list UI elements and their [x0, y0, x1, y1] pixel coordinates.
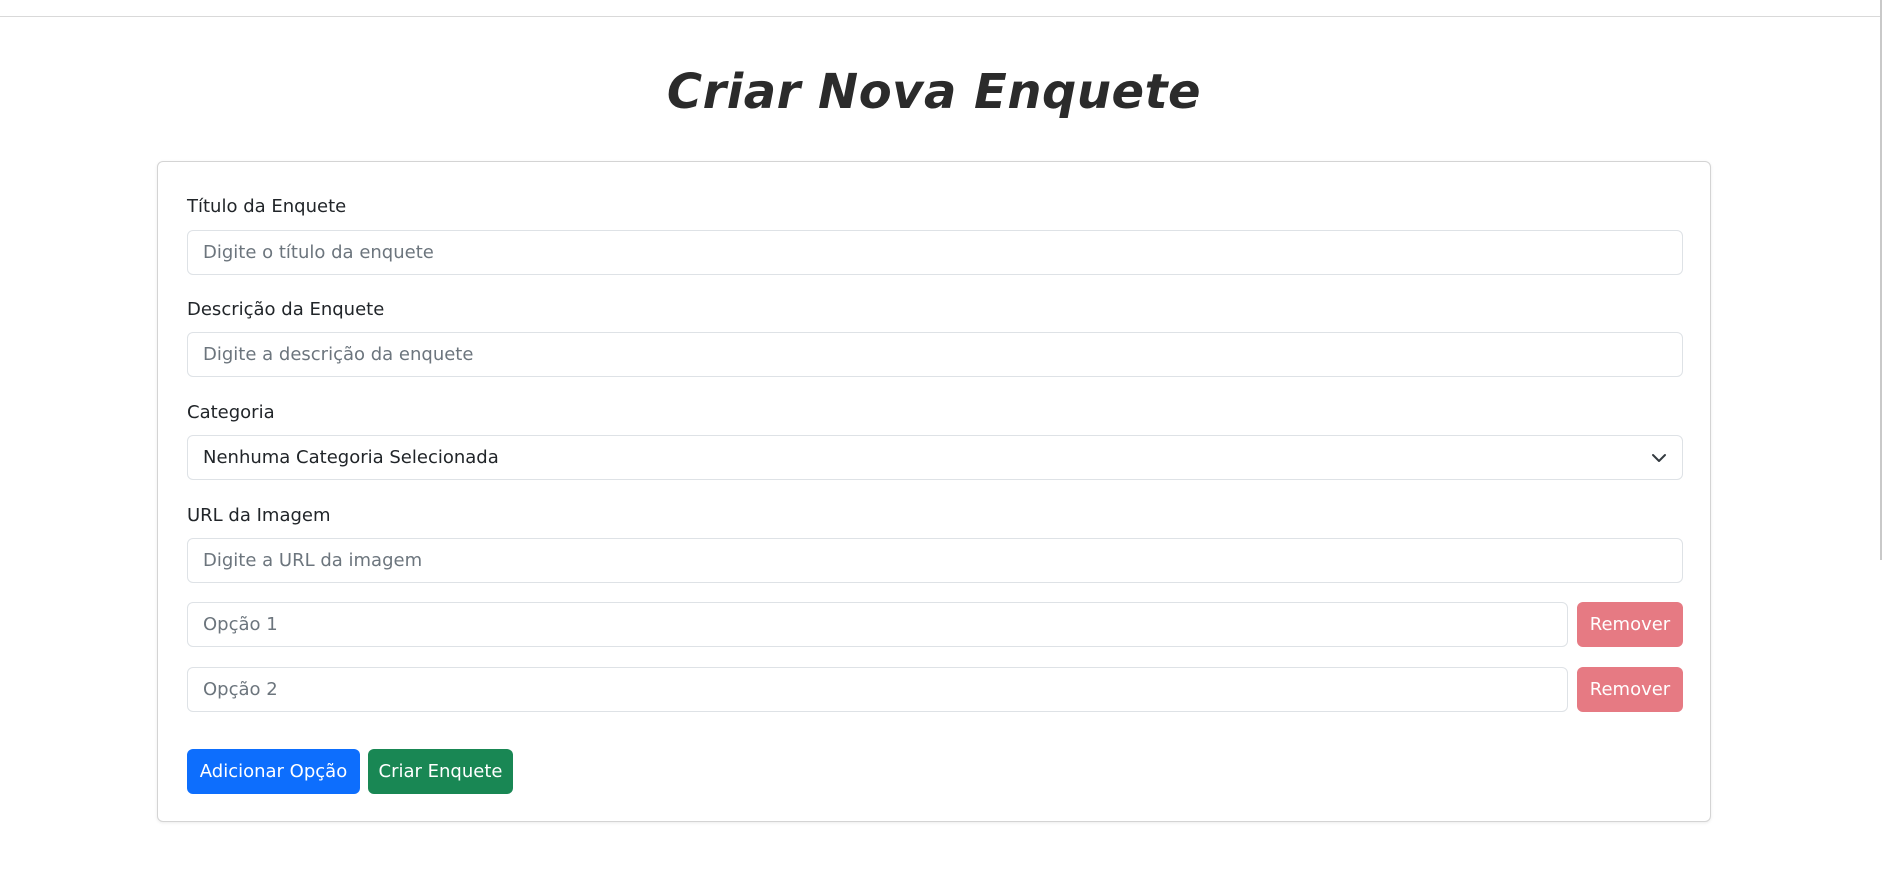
remove-option-1-button[interactable]: Remover — [1577, 602, 1683, 647]
option-2-field[interactable] — [187, 667, 1568, 712]
poll-description-input[interactable] — [188, 333, 1682, 376]
poll-description-label: Descrição da Enquete — [187, 299, 385, 320]
poll-title-label: Título da Enquete — [187, 196, 347, 217]
image-url-label: URL da Imagem — [187, 505, 331, 526]
create-poll-button[interactable]: Criar Enquete — [368, 749, 513, 794]
chevron-down-icon — [1651, 450, 1667, 466]
poll-form-card: Título da Enquete Descrição da Enquete C… — [157, 161, 1711, 822]
option-1-field[interactable] — [187, 602, 1568, 647]
category-label: Categoria — [187, 402, 275, 423]
category-select[interactable]: Nenhuma Categoria Selecionada — [187, 435, 1683, 480]
option-1-input[interactable] — [188, 603, 1567, 646]
poll-description-field[interactable] — [187, 332, 1683, 377]
poll-title-input[interactable] — [188, 231, 1682, 274]
category-selected-value: Nenhuma Categoria Selecionada — [203, 447, 499, 468]
image-url-field[interactable] — [187, 538, 1683, 583]
remove-option-2-button[interactable]: Remover — [1577, 667, 1683, 712]
poll-title-field[interactable] — [187, 230, 1683, 275]
browser-top-bar — [0, 0, 1882, 17]
page-title: Criar Nova Enquete — [666, 64, 1202, 120]
image-url-input[interactable] — [188, 539, 1682, 582]
add-option-button[interactable]: Adicionar Opção — [187, 749, 360, 794]
option-2-input[interactable] — [188, 668, 1567, 711]
